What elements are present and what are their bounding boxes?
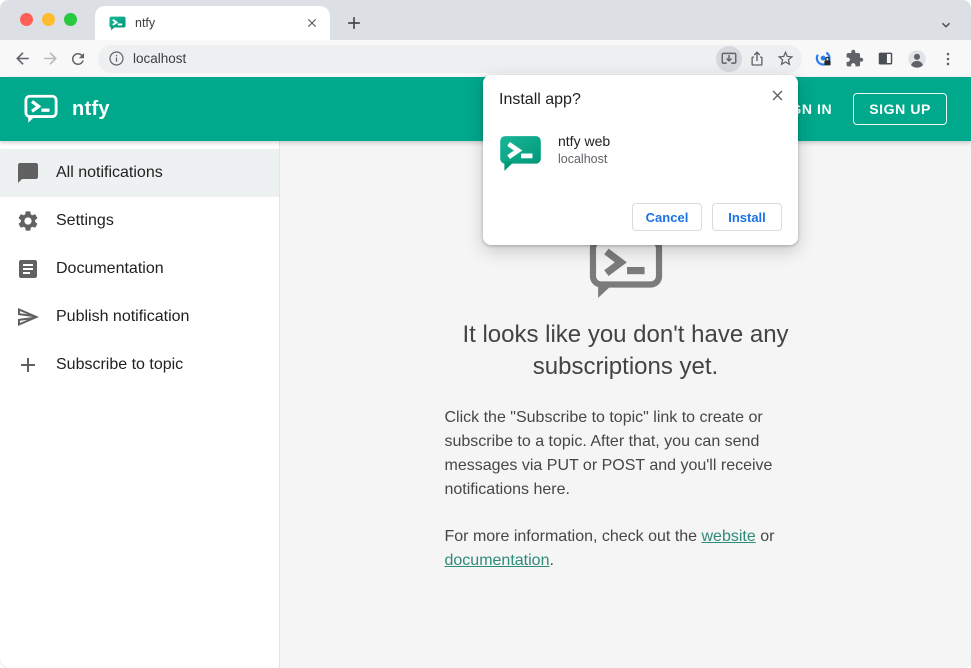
dialog-close-icon[interactable] (767, 85, 787, 105)
tab-strip: ntfy (0, 0, 971, 40)
install-app-icon[interactable] (716, 45, 742, 72)
url-text[interactable]: localhost (133, 51, 714, 66)
browser-window: ntfy localhost ntfy SIGN IN SIGN UP All … (0, 0, 971, 668)
ntfy-app-icon (499, 132, 542, 175)
share-icon[interactable] (744, 46, 770, 72)
empty-state-links-paragraph: For more information, check out the webs… (445, 525, 807, 573)
address-bar[interactable]: localhost (98, 44, 802, 73)
paragraph-text: For more information, check out the (444, 527, 702, 545)
cancel-button[interactable]: Cancel (632, 203, 702, 231)
dialog-app-name: ntfy web (558, 133, 611, 149)
empty-state-heading: It looks like you don't have any subscri… (462, 321, 789, 380)
paragraph-text: . (549, 551, 554, 569)
sidebar-item-label: Publish notification (56, 308, 190, 325)
sidebar-item-all-notifications[interactable]: All notifications (0, 149, 279, 197)
browser-tab[interactable]: ntfy (95, 6, 330, 40)
window-close-button[interactable] (20, 13, 33, 26)
sidebar-item-label: Subscribe to topic (56, 356, 184, 373)
privacy-extension-icon[interactable] (810, 45, 837, 72)
empty-state: It looks like you don't have any subscri… (445, 236, 807, 573)
dialog-app-origin: localhost (558, 152, 608, 166)
sidebar-item-label: All notifications (56, 164, 163, 181)
sidebar-navigation: All notifications Settings Documentation… (0, 141, 280, 668)
tab-title: ntfy (135, 16, 156, 30)
new-tab-button[interactable] (344, 13, 364, 33)
plus-icon (16, 353, 40, 377)
sidebar-item-documentation[interactable]: Documentation (0, 245, 279, 293)
install-app-dialog: Install app? ntfy web localhost Cancel I… (483, 75, 798, 245)
sign-up-button[interactable]: SIGN UP (853, 93, 947, 125)
ntfy-favicon-icon (109, 15, 126, 32)
sidebar-item-label: Settings (56, 212, 114, 229)
empty-state-paragraph: Click the "Subscribe to topic" link to c… (444, 408, 773, 498)
website-link[interactable]: website (702, 528, 756, 545)
forward-button[interactable] (36, 45, 64, 73)
documentation-link[interactable]: documentation (445, 552, 550, 569)
side-panel-icon[interactable] (872, 45, 899, 72)
back-button[interactable] (8, 45, 36, 73)
gear-icon (16, 209, 40, 233)
window-zoom-button[interactable] (64, 13, 77, 26)
sidebar-item-label: Documentation (56, 260, 164, 277)
paragraph-text: or (755, 527, 775, 545)
page-info-icon[interactable] (108, 50, 125, 67)
sidebar-item-publish-notification[interactable]: Publish notification (0, 293, 279, 341)
profile-avatar-icon[interactable] (903, 45, 930, 72)
dialog-title: Install app? (499, 91, 581, 108)
window-minimize-button[interactable] (42, 13, 55, 26)
toolbar-right-icons (810, 45, 961, 72)
bookmark-star-icon[interactable] (772, 46, 798, 72)
ntfy-empty-logo-icon (578, 236, 674, 300)
article-icon (16, 257, 40, 281)
app-title: ntfy (72, 97, 110, 120)
ntfy-logo-icon (24, 94, 58, 124)
dialog-app-row: ntfy web localhost (499, 132, 782, 175)
install-button[interactable]: Install (712, 203, 782, 231)
traffic-lights (20, 13, 77, 26)
chat-bubble-icon (16, 161, 40, 185)
extensions-puzzle-icon[interactable] (841, 45, 868, 72)
tab-close-icon[interactable] (303, 15, 320, 32)
sidebar-item-subscribe-to-topic[interactable]: Subscribe to topic (0, 341, 279, 389)
reload-button[interactable] (64, 45, 92, 73)
browser-toolbar: localhost (0, 40, 971, 77)
browser-menu-icon[interactable] (934, 45, 961, 72)
tab-search-chevron-icon[interactable] (939, 18, 953, 32)
send-icon (16, 305, 40, 329)
sidebar-item-settings[interactable]: Settings (0, 197, 279, 245)
